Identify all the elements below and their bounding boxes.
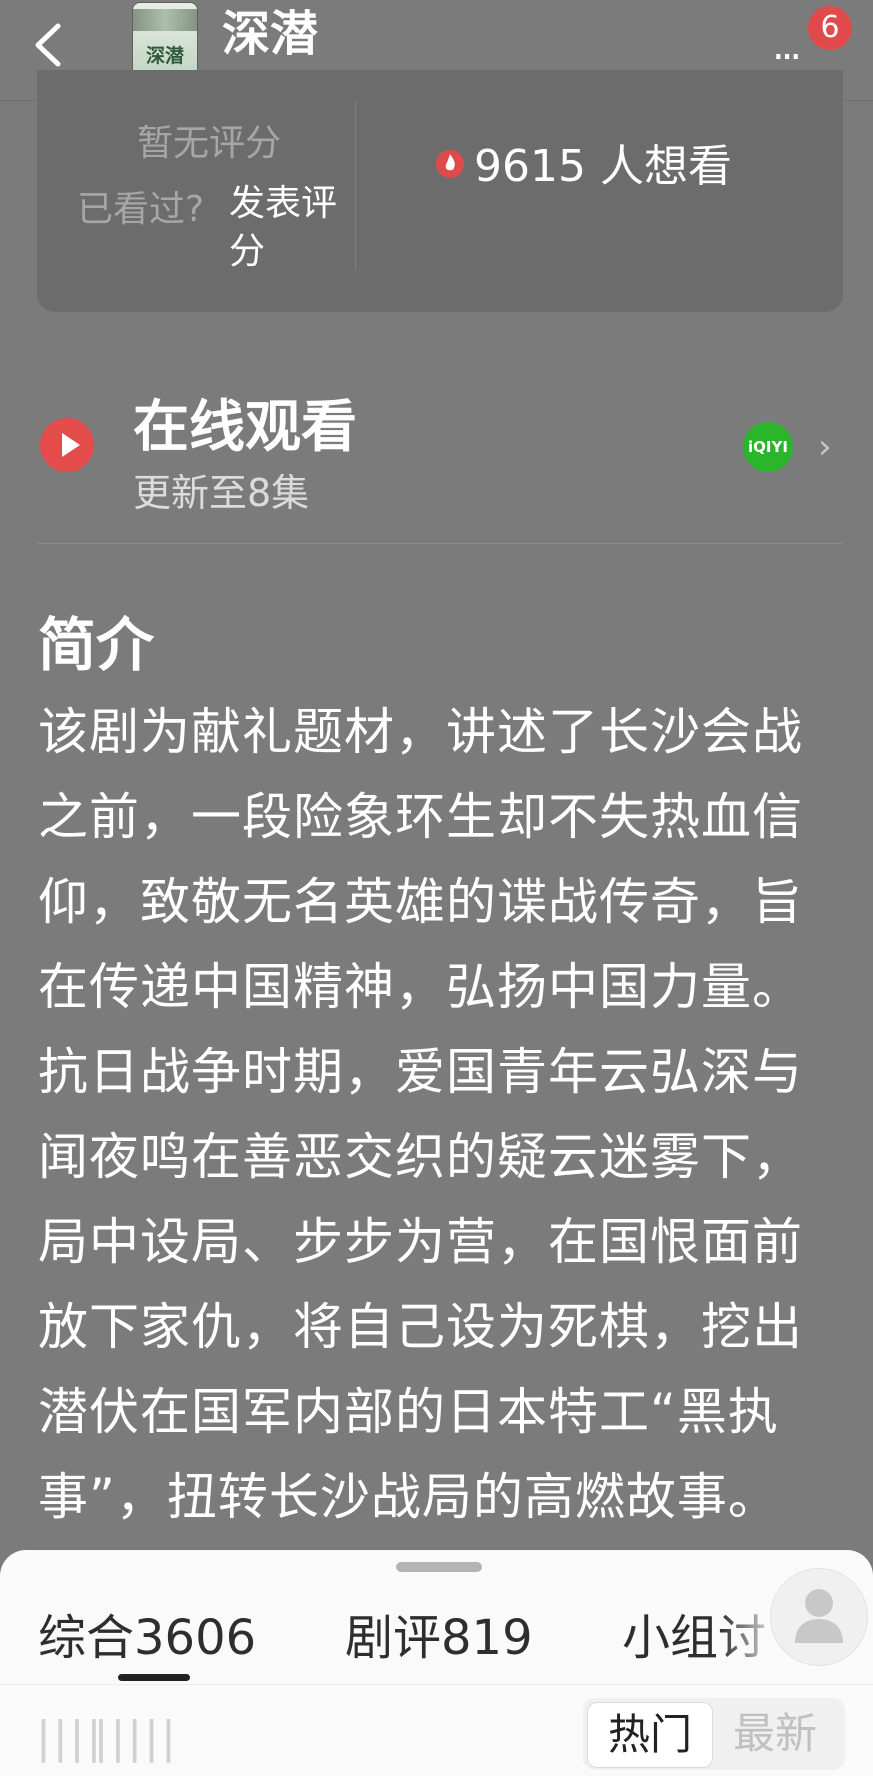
chevron-right-icon[interactable]: ›	[818, 427, 832, 467]
tab-overall-count: 3606	[134, 1610, 257, 1666]
tab-overall[interactable]: 综合3606	[38, 1598, 256, 1668]
sort-toggle: 热门 最新	[583, 1698, 845, 1770]
avatar[interactable]	[770, 1568, 868, 1666]
user-icon	[795, 1589, 843, 1643]
filter-icons: |||‖||||	[36, 1712, 178, 1763]
more-icon[interactable]: ...	[772, 26, 802, 66]
notification-badge[interactable]: 6	[808, 6, 852, 50]
no-rating-label: 暂无评分	[137, 123, 282, 164]
section-divider	[37, 543, 843, 544]
card-divider	[355, 100, 356, 270]
synopsis-text: 该剧为献礼题材，讲述了长沙会战之前，一段险象环生却不失热血信仰，致敬无名英雄的谍…	[38, 703, 803, 1526]
tab-overall-label: 综合	[38, 1610, 135, 1666]
tab-reviews[interactable]: 剧评819	[345, 1598, 533, 1668]
synopsis-heading: 简介	[38, 611, 155, 679]
want-to-watch-count: 9615 人想看	[474, 141, 732, 192]
watch-online-title[interactable]: 在线观看	[133, 382, 357, 463]
sort-latest-button[interactable]: 最新	[733, 1702, 817, 1766]
page-title: 深潜	[222, 6, 319, 62]
fire-icon	[436, 150, 464, 178]
bottom-sheet: 综合3606 剧评819 小组讨 |||‖|||| 热门 最新	[0, 1550, 873, 1776]
sheet-divider	[0, 1684, 873, 1685]
poster-title: 深潜	[145, 45, 184, 67]
episode-update: 更新至8集	[133, 471, 310, 515]
sort-hot-button[interactable]: 热门	[587, 1702, 713, 1768]
back-icon[interactable]	[28, 18, 76, 72]
iqiyi-logo-icon[interactable]: iQIYI	[743, 422, 793, 472]
drag-handle[interactable]	[396, 1562, 482, 1572]
tab-reviews-label: 剧评	[345, 1610, 442, 1666]
play-icon[interactable]	[40, 418, 94, 472]
seen-prompt: 已看过?	[77, 189, 205, 230]
rate-link[interactable]: 发表评分	[229, 180, 369, 276]
active-tab-indicator	[118, 1674, 190, 1681]
tab-reviews-count: 819	[441, 1610, 533, 1666]
rating-card: 暂无评分 已看过? 发表评分 9615 人想看	[37, 70, 843, 312]
